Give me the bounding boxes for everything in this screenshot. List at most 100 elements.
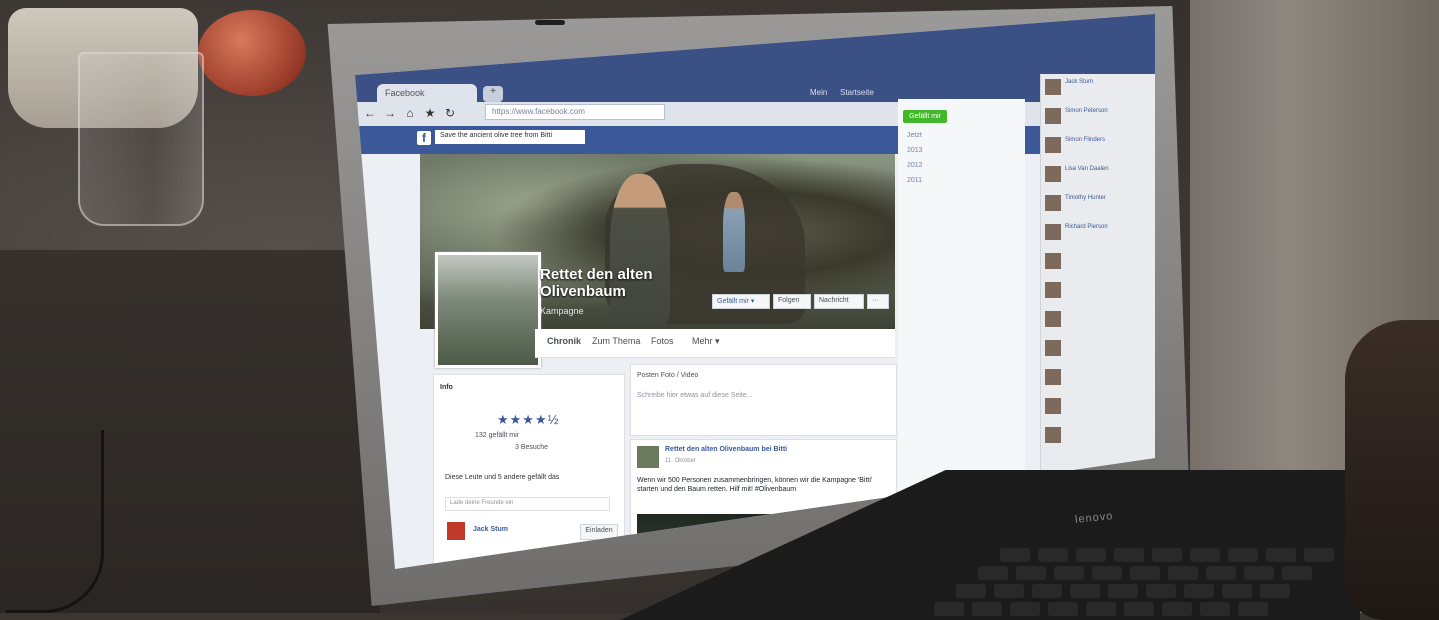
keyboard-key	[1016, 566, 1046, 580]
keyboard-key	[1168, 566, 1198, 580]
post-title[interactable]: Rettet den alten Olivenbaum bei Bitti	[665, 446, 890, 453]
new-tab-button[interactable]: +	[483, 86, 503, 102]
facebook-logo-icon[interactable]: f	[417, 131, 431, 145]
keyboard-key	[1070, 584, 1100, 598]
about-heading: Info	[440, 384, 453, 391]
year-link[interactable]: Jetzt	[907, 132, 922, 139]
chat-contact[interactable]: Timothy Hunter	[1045, 195, 1150, 221]
keyboard-key	[994, 584, 1024, 598]
chat-contact[interactable]: Jack Stum	[1045, 79, 1150, 105]
facebook-search-input[interactable]: Save the ancient olive tree from Bitti	[435, 130, 585, 144]
chat-name: Simon Flinders	[1065, 137, 1106, 143]
chat-contact[interactable]	[1045, 427, 1150, 453]
man-in-cover-photo	[610, 174, 670, 324]
chat-avatar	[1045, 79, 1061, 95]
chat-contact[interactable]: Lisa Van Daalen	[1045, 166, 1150, 192]
friend-name[interactable]: Jack Stum	[473, 526, 508, 533]
header-link-home[interactable]: Startseite	[840, 88, 874, 97]
chat-name: Timothy Hunter	[1065, 195, 1106, 201]
chat-contact[interactable]: Richard Pierson	[1045, 224, 1150, 250]
year-link[interactable]: 2012	[907, 162, 923, 169]
composer-input[interactable]: Schreibe hier etwas auf diese Seite...	[637, 392, 753, 399]
keyboard-key	[1108, 584, 1138, 598]
chat-name: Simon Peterson	[1065, 108, 1108, 114]
like-page-button[interactable]: Gefällt mir ▾	[712, 294, 770, 309]
keyboard-key	[1304, 548, 1334, 562]
keyboard-key	[1190, 548, 1220, 562]
keyboard-key	[1114, 548, 1144, 562]
like-cta-button[interactable]: Gefällt mir	[903, 110, 947, 123]
keyboard-key	[1228, 548, 1258, 562]
page-category: Kampagne	[540, 306, 584, 316]
keyboard-key	[1222, 584, 1252, 598]
browser-tab[interactable]: Facebook	[377, 84, 477, 104]
chat-contact[interactable]	[1045, 340, 1150, 366]
tab-photos[interactable]: Fotos	[651, 336, 674, 346]
keyboard-key	[1238, 602, 1268, 616]
keyboard-key	[1000, 548, 1030, 562]
year-link[interactable]: 2013	[907, 147, 923, 154]
keyboard-key	[1010, 602, 1040, 616]
second-person-in-cover-photo	[723, 192, 745, 272]
chat-avatar	[1045, 253, 1061, 269]
profile-picture[interactable]	[435, 252, 541, 368]
keyboard-key	[1146, 584, 1176, 598]
tab-about[interactable]: Zum Thema	[592, 336, 640, 346]
chat-avatar	[1045, 108, 1061, 124]
keyboard-key	[1162, 602, 1192, 616]
keyboard-key	[978, 566, 1008, 580]
chat-avatar	[1045, 224, 1061, 240]
follow-button[interactable]: Folgen	[773, 294, 811, 309]
chat-avatar	[1045, 369, 1061, 385]
chat-contact[interactable]	[1045, 311, 1150, 337]
invite-text: Diese Leute und 5 andere gefällt das	[445, 474, 560, 481]
chat-contact[interactable]	[1045, 369, 1150, 395]
keyboard-key	[1200, 602, 1230, 616]
keyboard-key	[1076, 548, 1106, 562]
back-icon[interactable]: ←	[363, 106, 377, 120]
chat-contact[interactable]: Simon Peterson	[1045, 108, 1150, 134]
keyboard-key	[1048, 602, 1078, 616]
chat-contact[interactable]	[1045, 398, 1150, 424]
visits-count: 3 Besuche	[515, 444, 549, 451]
chat-contact[interactable]: Simon Flinders	[1045, 137, 1150, 163]
reload-icon[interactable]: ↻	[443, 106, 457, 120]
person-hand	[1345, 320, 1439, 620]
header-link-profile[interactable]: Mein	[810, 88, 827, 97]
chat-avatar	[1045, 398, 1061, 414]
keyboard-key	[1282, 566, 1312, 580]
keyboard-key	[1130, 566, 1160, 580]
chat-avatar	[1045, 195, 1061, 211]
keyboard-key	[1124, 602, 1154, 616]
forward-icon[interactable]: →	[383, 106, 397, 120]
bookmark-star-icon[interactable]: ★	[423, 106, 437, 120]
keyboard-key	[934, 602, 964, 616]
chat-contact[interactable]	[1045, 253, 1150, 279]
home-icon[interactable]: ⌂	[403, 106, 417, 120]
post-body: Wenn wir 500 Personen zusammenbringen, k…	[637, 477, 873, 493]
keyboard-key	[1206, 566, 1236, 580]
chat-avatar	[1045, 282, 1061, 298]
keyboard-key	[1244, 566, 1274, 580]
cable	[6, 430, 104, 613]
post-avatar[interactable]	[637, 446, 659, 468]
chat-avatar	[1045, 311, 1061, 327]
navigation-bar	[355, 102, 1155, 126]
chat-contact[interactable]	[1045, 282, 1150, 308]
chat-avatar	[1045, 340, 1061, 356]
message-button[interactable]: Nachricht	[814, 294, 864, 309]
more-options-button[interactable]: ···	[867, 294, 889, 309]
year-link[interactable]: 2011	[907, 177, 922, 184]
tab-more[interactable]: Mehr ▾	[692, 336, 720, 347]
post-date[interactable]: 11. Oktober	[665, 458, 696, 464]
drinking-glass	[78, 52, 204, 226]
invite-friends-input[interactable]: Lade deine Freunde ein	[445, 497, 610, 511]
likes-count: 132 gefällt mir	[475, 432, 519, 439]
tab-timeline[interactable]: Chronik	[547, 336, 581, 346]
composer-tabs[interactable]: Posten Foto / Video	[637, 372, 698, 379]
apple	[198, 10, 306, 96]
friend-avatar[interactable]	[447, 522, 465, 540]
chat-avatar	[1045, 427, 1061, 443]
keyboard-key	[1032, 584, 1062, 598]
address-bar[interactable]: https://www.facebook.com	[485, 104, 665, 120]
